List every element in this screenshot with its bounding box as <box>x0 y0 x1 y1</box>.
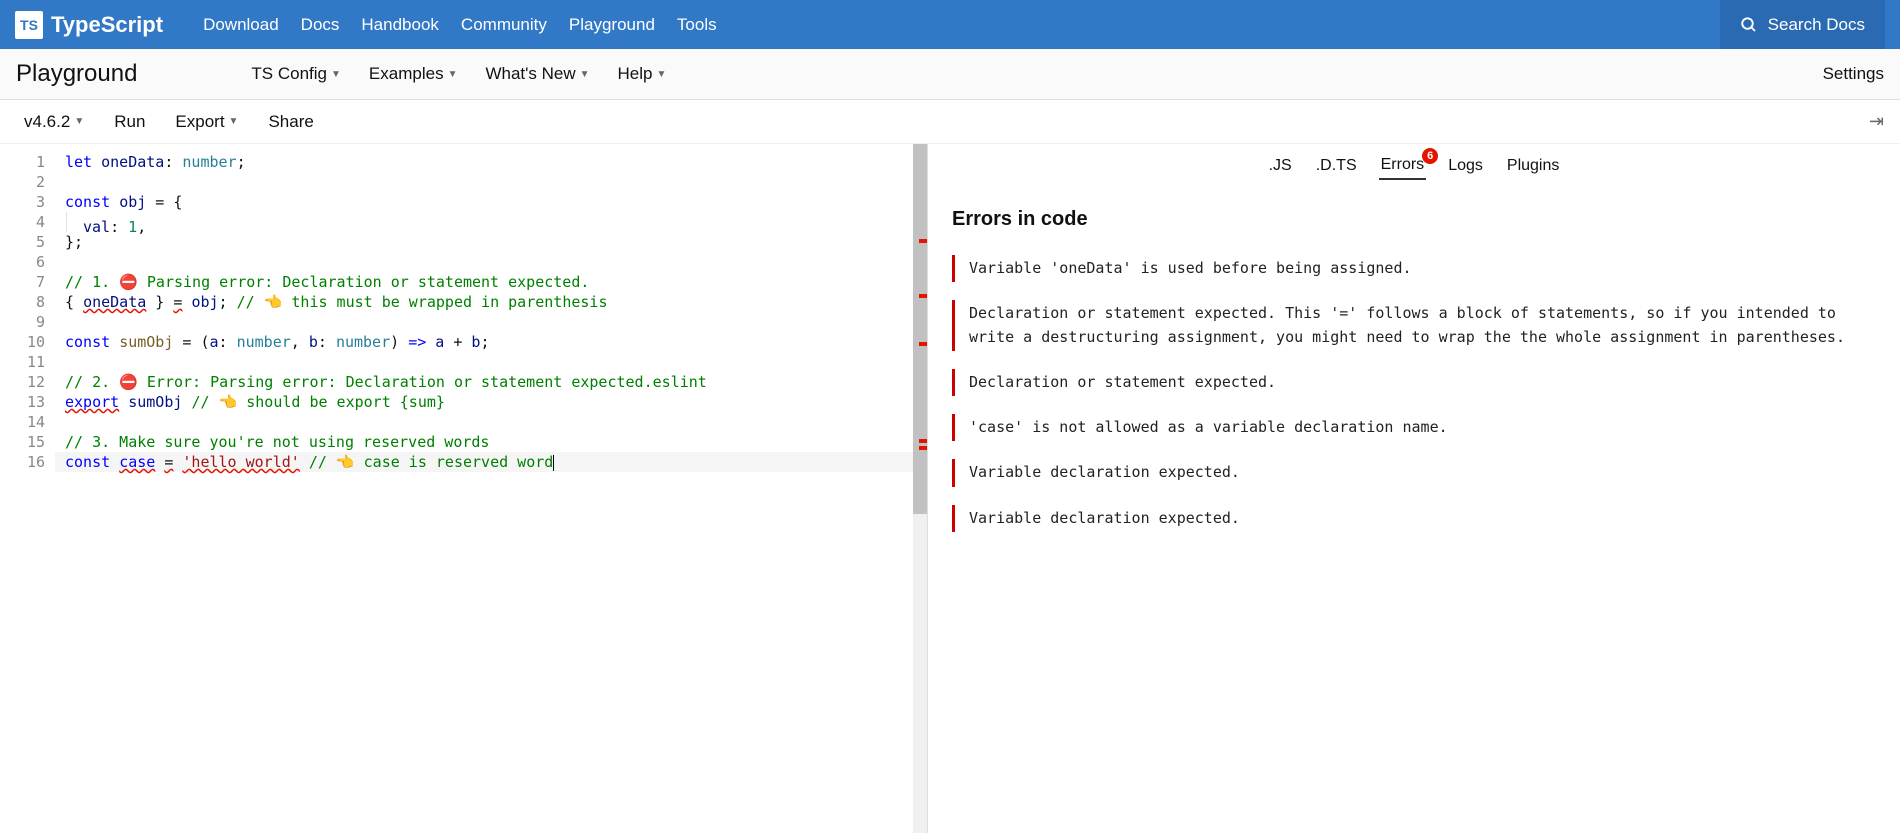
code-line[interactable] <box>55 312 927 332</box>
error-count-badge: 6 <box>1422 148 1438 164</box>
code-line[interactable] <box>55 412 927 432</box>
code-line[interactable]: let oneData: number; <box>55 152 927 172</box>
tab-js[interactable]: .JS <box>1267 153 1294 179</box>
search-icon <box>1740 16 1758 34</box>
brand-text: TypeScript <box>51 12 163 38</box>
export-dropdown[interactable]: Export▼ <box>167 108 246 136</box>
error-marker[interactable] <box>919 439 927 443</box>
code-line[interactable]: { oneData } = obj; // 👈 this must be wra… <box>55 292 927 312</box>
tab-logs[interactable]: Logs <box>1446 153 1485 179</box>
caret-down-icon: ▼ <box>331 69 341 80</box>
code-line[interactable] <box>55 352 927 372</box>
line-number: 1 <box>0 152 45 172</box>
nav-links: Download Docs Handbook Community Playgro… <box>203 15 717 35</box>
help-dropdown[interactable]: Help▼ <box>604 58 681 90</box>
line-number: 2 <box>0 172 45 192</box>
tab-plugins[interactable]: Plugins <box>1505 153 1561 179</box>
error-marker[interactable] <box>919 239 927 243</box>
editor-panel: 12345678910111213141516 let oneData: num… <box>0 144 928 833</box>
error-item[interactable]: Declaration or statement expected. <box>952 369 1876 396</box>
error-item[interactable]: Variable 'oneData' is used before being … <box>952 255 1876 282</box>
panel-body: Errors in code Variable 'oneData' is use… <box>928 188 1900 570</box>
error-item[interactable]: Variable declaration expected. <box>952 459 1876 486</box>
caret-down-icon: ▼ <box>74 116 84 127</box>
line-number: 6 <box>0 252 45 272</box>
nav-handbook[interactable]: Handbook <box>361 15 439 35</box>
line-gutter: 12345678910111213141516 <box>0 144 55 833</box>
whats-new-dropdown[interactable]: What's New▼ <box>471 58 603 90</box>
collapse-arrow-icon[interactable]: ⇥ <box>1869 111 1884 132</box>
error-item[interactable]: 'case' is not allowed as a variable decl… <box>952 414 1876 441</box>
search-label: Search Docs <box>1768 15 1865 35</box>
code-line[interactable] <box>55 172 927 192</box>
code-line[interactable]: // 1. ⛔ Parsing error: Declaration or st… <box>55 272 927 292</box>
scrollbar-thumb[interactable] <box>913 144 927 514</box>
brand-logo[interactable]: TS TypeScript <box>15 11 163 39</box>
code-line[interactable]: const case = 'hello world' // 👈 case is … <box>55 452 927 472</box>
line-number: 10 <box>0 332 45 352</box>
run-button[interactable]: Run <box>106 108 153 136</box>
code-editor[interactable]: let oneData: number; const obj = {val: 1,… <box>55 144 927 833</box>
caret-down-icon: ▼ <box>657 69 667 80</box>
line-number: 14 <box>0 412 45 432</box>
caret-down-icon: ▼ <box>229 116 239 127</box>
tab-errors[interactable]: Errors6 <box>1379 152 1427 180</box>
error-marker[interactable] <box>919 342 927 346</box>
code-line[interactable]: val: 1, <box>55 212 927 232</box>
error-list: Variable 'oneData' is used before being … <box>952 255 1876 532</box>
code-line[interactable]: export sumObj // 👈 should be export {sum… <box>55 392 927 412</box>
caret-down-icon: ▼ <box>448 69 458 80</box>
error-item[interactable]: Declaration or statement expected. This … <box>952 300 1876 351</box>
line-number: 8 <box>0 292 45 312</box>
error-marker[interactable] <box>919 294 927 298</box>
code-line[interactable]: }; <box>55 232 927 252</box>
line-number: 5 <box>0 232 45 252</box>
nav-docs[interactable]: Docs <box>301 15 340 35</box>
code-line[interactable] <box>55 252 927 272</box>
ts-config-dropdown[interactable]: TS Config▼ <box>237 58 355 90</box>
line-number: 7 <box>0 272 45 292</box>
nav-download[interactable]: Download <box>203 15 279 35</box>
caret-down-icon: ▼ <box>580 69 590 80</box>
error-marker[interactable] <box>919 446 927 450</box>
line-number: 9 <box>0 312 45 332</box>
code-line[interactable]: // 2. ⛔ Error: Parsing error: Declaratio… <box>55 372 927 392</box>
scrollbar-track[interactable] <box>913 144 927 833</box>
logo-icon: TS <box>15 11 43 39</box>
top-nav: TS TypeScript Download Docs Handbook Com… <box>0 0 1900 49</box>
line-number: 12 <box>0 372 45 392</box>
code-line[interactable]: const obj = { <box>55 192 927 212</box>
line-number: 3 <box>0 192 45 212</box>
search-docs[interactable]: Search Docs <box>1720 0 1885 49</box>
editor-toolbar: v4.6.2▼ Run Export▼ Share ⇥ <box>0 100 1900 144</box>
line-number: 16 <box>0 452 45 472</box>
text-cursor <box>553 455 554 471</box>
page-title: Playground <box>16 60 137 88</box>
main-area: 12345678910111213141516 let oneData: num… <box>0 144 1900 833</box>
version-selector[interactable]: v4.6.2▼ <box>16 108 92 136</box>
nav-community[interactable]: Community <box>461 15 547 35</box>
error-item[interactable]: Variable declaration expected. <box>952 505 1876 532</box>
settings-link[interactable]: Settings <box>1823 64 1884 84</box>
nav-tools[interactable]: Tools <box>677 15 717 35</box>
sub-links: TS Config▼ Examples▼ What's New▼ Help▼ <box>237 58 680 90</box>
code-line[interactable]: // 3. Make sure you're not using reserve… <box>55 432 927 452</box>
examples-dropdown[interactable]: Examples▼ <box>355 58 472 90</box>
panel-tabs: .JS .D.TS Errors6 Logs Plugins <box>928 144 1900 188</box>
share-button[interactable]: Share <box>260 108 321 136</box>
nav-playground[interactable]: Playground <box>569 15 655 35</box>
line-number: 15 <box>0 432 45 452</box>
line-number: 11 <box>0 352 45 372</box>
tab-dts[interactable]: .D.TS <box>1314 153 1359 179</box>
line-number: 4 <box>0 212 45 232</box>
line-number: 13 <box>0 392 45 412</box>
output-panel: .JS .D.TS Errors6 Logs Plugins Errors in… <box>928 144 1900 833</box>
code-line[interactable]: const sumObj = (a: number, b: number) =>… <box>55 332 927 352</box>
sub-nav: Playground TS Config▼ Examples▼ What's N… <box>0 49 1900 100</box>
errors-heading: Errors in code <box>952 208 1876 231</box>
